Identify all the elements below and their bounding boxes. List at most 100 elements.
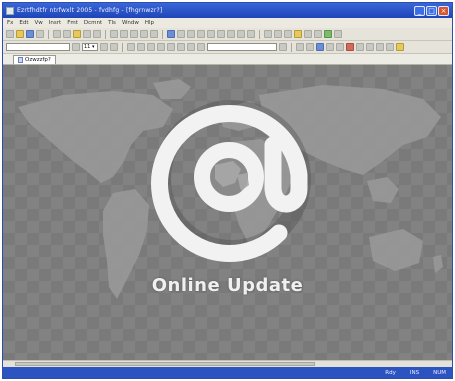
font-size-select[interactable]: 11 ▾: [82, 43, 98, 51]
table-icon[interactable]: [177, 30, 185, 38]
superscript-icon[interactable]: [167, 43, 175, 51]
form-icon[interactable]: [217, 30, 225, 38]
layer-icon[interactable]: [207, 30, 215, 38]
new-zealand-shape: [433, 255, 443, 273]
menu-item-format[interactable]: Fmt: [67, 20, 78, 26]
online-update-title: Online Update: [151, 275, 304, 296]
undo-icon[interactable]: [83, 30, 91, 38]
australia-shape: [369, 229, 423, 271]
outdent-icon[interactable]: [306, 43, 314, 51]
underline-icon[interactable]: [147, 43, 155, 51]
subscript-icon[interactable]: [177, 43, 185, 51]
script-icon[interactable]: [237, 30, 245, 38]
menu-item-help[interactable]: Hlp: [145, 20, 154, 26]
status-insert-mode: INS: [409, 370, 420, 376]
close-button[interactable]: ×: [438, 5, 449, 16]
italic-icon[interactable]: [120, 30, 128, 38]
check-icon[interactable]: [316, 43, 324, 51]
stop-icon[interactable]: [346, 43, 354, 51]
maximize-button[interactable]: □: [426, 5, 437, 16]
character-icon[interactable]: [336, 43, 344, 51]
numbering-icon[interactable]: [197, 43, 205, 51]
cut-icon[interactable]: [53, 30, 61, 38]
view-icon[interactable]: [167, 30, 175, 38]
find-icon[interactable]: [274, 30, 282, 38]
anchor-icon[interactable]: [326, 43, 334, 51]
menu-item-file[interactable]: Fx: [7, 20, 13, 26]
replace-icon[interactable]: [284, 30, 292, 38]
title-bar[interactable]: Ezrtfhdtfr ntrfwxlt 2005 - fvdhfg - [fhg…: [3, 3, 452, 18]
minimize-button[interactable]: _: [414, 5, 425, 16]
browser-icon[interactable]: [304, 30, 312, 38]
underline-icon[interactable]: [130, 30, 138, 38]
bullets-icon[interactable]: [187, 43, 195, 51]
document-tab-label: Ozwzzfp?: [25, 57, 51, 63]
menu-item-tools[interactable]: Tls: [108, 20, 116, 26]
dropdown-arrow-icon[interactable]: [279, 43, 287, 51]
greenland-shape: [153, 79, 191, 99]
southeast-asia-shape: [367, 177, 399, 203]
horizontal-scrollbar[interactable]: [3, 360, 452, 367]
menu-item-insert[interactable]: Insrt: [49, 20, 61, 26]
print-icon[interactable]: [36, 30, 44, 38]
indent-icon[interactable]: [296, 43, 304, 51]
menu-item-view[interactable]: Vw: [35, 20, 43, 26]
zoom-icon[interactable]: [264, 30, 272, 38]
image-icon[interactable]: [187, 30, 195, 38]
document-icon: [18, 57, 23, 63]
copy-icon[interactable]: [63, 30, 71, 38]
app-icon: [6, 6, 14, 15]
status-bar: Rdy INS NUM: [3, 367, 452, 378]
property-icon[interactable]: [396, 43, 404, 51]
spell-check-icon[interactable]: [247, 30, 255, 38]
menu-item-window[interactable]: Wndw: [122, 20, 139, 26]
north-america-shape: [18, 91, 173, 183]
strikethrough-icon[interactable]: [157, 43, 165, 51]
preview-icon[interactable]: [294, 30, 302, 38]
bold-icon[interactable]: [127, 43, 135, 51]
online-update-splash: Online Update: [3, 65, 452, 360]
toolbar-separator: [162, 29, 163, 39]
paste-icon[interactable]: [73, 30, 81, 38]
formatting-toolbar: 11 ▾: [3, 41, 452, 54]
marker-icon[interactable]: [356, 43, 364, 51]
application-window: Ezrtfhdtfr ntrfwxlt 2005 - fvdhfg - [fhg…: [2, 2, 453, 379]
status-ready: Rdy: [385, 370, 396, 376]
snap-icon[interactable]: [386, 43, 394, 51]
toolbar-separator: [48, 29, 49, 39]
publish-icon[interactable]: [314, 30, 322, 38]
ruler-icon[interactable]: [376, 43, 384, 51]
standard-toolbar: [3, 28, 452, 41]
highlight-icon[interactable]: [110, 43, 118, 51]
dropdown-arrow-icon[interactable]: [72, 43, 80, 51]
frame-icon[interactable]: [227, 30, 235, 38]
update-icon[interactable]: [324, 30, 332, 38]
menu-item-document[interactable]: Dcmnt: [84, 20, 102, 26]
world-map: [18, 79, 443, 299]
toolbar-separator: [105, 29, 106, 39]
document-tab[interactable]: Ozwzzfp?: [13, 55, 56, 64]
link-icon[interactable]: [197, 30, 205, 38]
open-folder-icon[interactable]: [16, 30, 24, 38]
font-color-icon[interactable]: [100, 43, 108, 51]
font-family-select[interactable]: [6, 43, 70, 51]
save-icon[interactable]: [26, 30, 34, 38]
status-num-lock: NUM: [433, 370, 446, 376]
menu-bar: Fx Edt Vw Insrt Fmt Dcmnt Tls Wndw Hlp: [3, 18, 452, 28]
style-select[interactable]: [207, 43, 277, 51]
toolbar-separator: [291, 42, 292, 52]
new-document-icon[interactable]: [6, 30, 14, 38]
redo-icon[interactable]: [93, 30, 101, 38]
bold-icon[interactable]: [110, 30, 118, 38]
at-symbol-graphic: [151, 100, 311, 262]
menu-item-edit[interactable]: Edt: [19, 20, 28, 26]
align-center-icon[interactable]: [150, 30, 158, 38]
document-tab-strip: Ozwzzfp?: [3, 54, 452, 65]
scrollbar-thumb[interactable]: [15, 362, 315, 366]
italic-icon[interactable]: [137, 43, 145, 51]
toolbar-separator: [122, 42, 123, 52]
grid-icon[interactable]: [366, 43, 374, 51]
help-icon[interactable]: [334, 30, 342, 38]
window-title: Ezrtfhdtfr ntrfwxlt 2005 - fvdhfg - [fhg…: [17, 7, 163, 14]
align-left-icon[interactable]: [140, 30, 148, 38]
